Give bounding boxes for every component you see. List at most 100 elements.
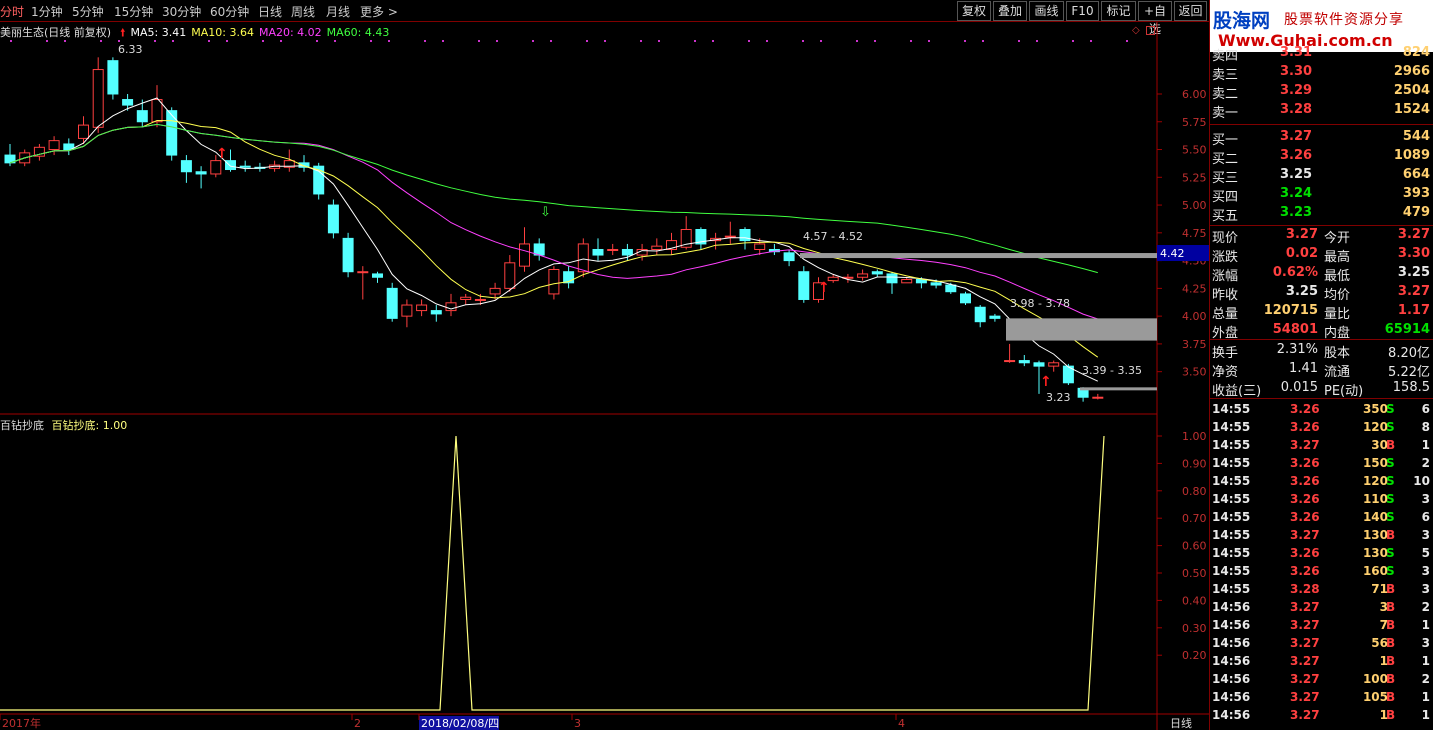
quote-label: 涨幅 (1212, 269, 1239, 284)
signal-dot (604, 40, 606, 42)
buy-arrow-icon: ↑ (1040, 374, 1052, 390)
bid-label: 买四 (1212, 190, 1239, 205)
signal-dot (154, 40, 156, 42)
toolbar-button-6[interactable]: 返回 (1174, 1, 1207, 21)
book-divider (1210, 124, 1433, 125)
toolbar-button-4[interactable]: 标记 (1101, 1, 1136, 21)
tick-row[interactable]: 14:56 3.27 3 B 2 (1210, 599, 1433, 617)
tick-count: 2 (1421, 672, 1430, 686)
ask-row-0[interactable]: 卖四 3.31 824 (1210, 44, 1433, 64)
tick-volume: 120 (1362, 420, 1388, 434)
tick-count: 2 (1421, 456, 1430, 470)
signal-dot (46, 40, 48, 42)
finance-label: 换手 (1212, 346, 1239, 361)
bid-label: 买五 (1212, 209, 1239, 224)
ask-row-1[interactable]: 卖三 3.30 2966 (1210, 63, 1433, 83)
toolbar-button-5[interactable]: +自选 (1138, 1, 1172, 36)
toolbar-button-0[interactable]: 复权 (957, 1, 991, 21)
signal-dot (1126, 40, 1128, 42)
toolbar-button-1[interactable]: 叠加 (993, 1, 1027, 21)
tick-row[interactable]: 14:55 3.28 71 B 3 (1210, 581, 1433, 599)
candle-body (548, 268, 560, 295)
ask-row-3[interactable]: 卖一 3.28 1524 (1210, 101, 1433, 121)
quote-row-1: 涨跌 0.02 最高 3.30 (1210, 245, 1433, 265)
y-tick-label-10: 3.50 (1182, 366, 1207, 379)
ind-tick-label-1: 0.90 (1182, 457, 1207, 470)
timeframe-tab-3[interactable]: 15分钟 (114, 3, 153, 20)
kline-chart[interactable]: 6.005.755.505.255.004.754.504.254.003.75… (0, 22, 1209, 730)
tick-row[interactable]: 14:55 3.26 120 S 10 (1210, 473, 1433, 491)
tick-row[interactable]: 14:55 3.27 130 B 3 (1210, 527, 1433, 545)
quote-stats: 现价 3.27 今开 3.27 涨跌 0.02 最高 3.30 涨幅 0.62% 最低 3.25 昨收 3… (1210, 225, 1433, 341)
candle-body (416, 304, 428, 312)
bid-label: 买二 (1212, 152, 1239, 167)
bid-row-1[interactable]: 买二 3.26 1089 (1210, 147, 1433, 167)
tick-side: B (1386, 636, 1396, 650)
tick-row[interactable]: 14:55 3.26 160 S 3 (1210, 563, 1433, 581)
toolbar-button-2[interactable]: 画线 (1029, 1, 1064, 21)
indicator-legend: 百钻抄底 百钻抄底: 1.00 (0, 417, 127, 433)
candle-body (519, 243, 530, 267)
tick-row[interactable]: 14:55 3.26 140 S 6 (1210, 509, 1433, 527)
quote-label: 今开 (1324, 231, 1351, 246)
toolbar-button-3[interactable]: F10 (1066, 1, 1099, 21)
tick-list[interactable]: 14:55 3.26 350 S 6 14:55 3.26 120 S 8 14:55 3.27 30 B… (1210, 398, 1433, 730)
bid-row-4[interactable]: 买五 3.23 479 (1210, 204, 1433, 224)
signal-dot (802, 40, 804, 42)
bid-row-2[interactable]: 买三 3.25 664 (1210, 166, 1433, 186)
ind-tick-label-0: 1.00 (1182, 430, 1207, 443)
tick-side: B (1386, 438, 1396, 452)
timeframe-tab-2[interactable]: 5分钟 (72, 3, 104, 20)
ind-tick-label-8: 0.20 (1182, 649, 1207, 662)
tick-volume: 120 (1362, 474, 1388, 488)
tick-row[interactable]: 14:56 3.27 56 B 3 (1210, 635, 1433, 653)
timeframe-tab-8[interactable]: 月线 (326, 3, 350, 20)
tick-row[interactable]: 14:55 3.26 120 S 8 (1210, 419, 1433, 437)
timeframe-tab-5[interactable]: 60分钟 (210, 3, 249, 20)
bid-row-0[interactable]: 买一 3.27 544 (1210, 128, 1433, 148)
timeframe-tab-7[interactable]: 周线 (291, 3, 315, 20)
finance-label: 净资 (1212, 365, 1239, 380)
timeframe-tab-9[interactable]: 更多 > (360, 3, 398, 20)
finance-value: 8.20亿 (1388, 346, 1430, 361)
candle-body (651, 245, 663, 250)
timeframe-tab-6[interactable]: 日线 (258, 3, 282, 20)
candle-body (857, 273, 869, 278)
tick-volume: 160 (1362, 564, 1388, 578)
ind-tick-label-3: 0.70 (1182, 512, 1207, 525)
tick-row[interactable]: 14:55 3.26 110 S 3 (1210, 491, 1433, 509)
tick-row[interactable]: 14:56 3.27 1 B 1 (1210, 653, 1433, 671)
signal-dot (586, 40, 588, 42)
timeframe-tab-1[interactable]: 1分钟 (31, 3, 63, 20)
tick-volume: 130 (1362, 528, 1388, 542)
finance-stats: 换手 2.31% 股本 8.20亿 净资 1.41 流通 5.22亿 收益(三) 0.015 PE(… (1210, 339, 1433, 399)
tick-side: B (1386, 672, 1396, 686)
signal-dot (712, 40, 714, 42)
tick-row[interactable]: 14:56 3.27 105 B 1 (1210, 689, 1433, 707)
tick-row[interactable]: 14:55 3.27 30 B 1 (1210, 437, 1433, 455)
timeframe-tab-4[interactable]: 30分钟 (162, 3, 201, 20)
candle-body (342, 237, 354, 273)
candle-body (930, 282, 942, 286)
tick-count: 6 (1421, 402, 1430, 416)
quote-row-5: 外盘 54801 内盘 65914 (1210, 321, 1433, 341)
tick-row[interactable]: 14:55 3.26 130 S 5 (1210, 545, 1433, 563)
timeframe-tab-0[interactable]: 分时 (0, 3, 24, 20)
candle-body (327, 204, 339, 234)
ask-label: 卖一 (1212, 106, 1239, 121)
tick-count: 3 (1421, 582, 1430, 596)
signal-dot (370, 40, 372, 42)
tick-row[interactable]: 14:55 3.26 150 S 2 (1210, 455, 1433, 473)
quote-label: 现价 (1212, 231, 1239, 246)
candle-body (489, 287, 501, 295)
tick-row[interactable]: 14:56 3.27 100 B 2 (1210, 671, 1433, 689)
tick-row[interactable]: 14:56 3.27 1 B 1 (1210, 707, 1433, 725)
tick-count: 3 (1421, 492, 1430, 506)
bid-row-3[interactable]: 买四 3.24 393 (1210, 185, 1433, 205)
ask-row-2[interactable]: 卖二 3.29 2504 (1210, 82, 1433, 102)
finance-label: 流通 (1324, 365, 1351, 380)
tick-row[interactable]: 14:56 3.27 7 B 1 (1210, 617, 1433, 635)
quote-value: 120715 (1263, 303, 1318, 318)
tick-row[interactable]: 14:55 3.26 350 S 6 (1210, 401, 1433, 419)
signal-dot (766, 40, 768, 42)
